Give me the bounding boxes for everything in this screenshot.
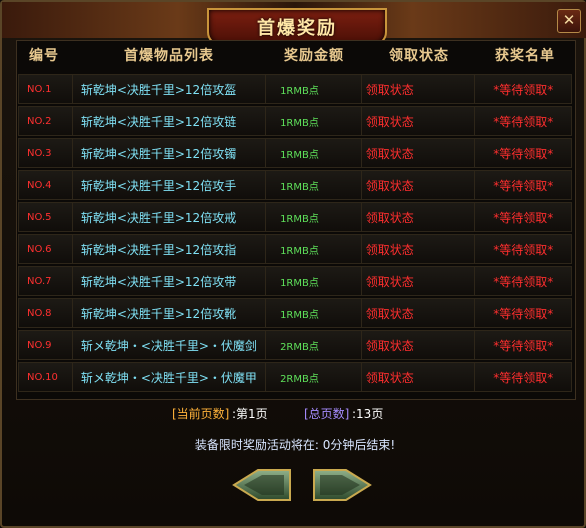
row-number: NO.6 [19, 235, 73, 263]
row-status: 领取状态 [362, 107, 476, 135]
header-reward: 奖励金额 [284, 48, 344, 64]
row-reward: 1RMB点 [266, 75, 362, 103]
row-status: 领取状态 [362, 363, 476, 391]
row-number: NO.2 [19, 107, 73, 135]
header-number: 编号 [29, 48, 59, 64]
table-row: NO.10 斩メ乾坤・<决胜千里>・伏魔甲 2RMB点 领取状态 *等待领取* [18, 362, 572, 392]
row-item: 斩メ乾坤・<决胜千里>・伏魔甲 [73, 363, 267, 391]
pager: [当前页数] :第1页 [总页数] :13页 [2, 405, 586, 421]
row-status: 领取状态 [362, 75, 476, 103]
row-reward: 1RMB点 [266, 107, 362, 135]
table-row: NO.7 斩乾坤<决胜千里>12倍攻带 1RMB点 领取状态 *等待领取* [18, 266, 572, 296]
row-status: 领取状态 [362, 235, 476, 263]
row-status: 领取状态 [362, 203, 476, 231]
row-reward: 1RMB点 [266, 139, 362, 167]
table-row: NO.9 斩メ乾坤・<决胜千里>・伏魔剑 2RMB点 领取状态 *等待领取* [18, 330, 572, 360]
row-status: 领取状态 [362, 331, 476, 359]
row-status: 领取状态 [362, 139, 476, 167]
header-item-list: 首爆物品列表 [124, 48, 214, 64]
header-status: 领取状态 [389, 48, 449, 64]
prev-page-button[interactable] [232, 468, 292, 502]
row-winner: *等待领取* [493, 146, 554, 161]
row-item: 斩乾坤<决胜千里>12倍攻镯 [73, 139, 267, 167]
row-item: 斩メ乾坤・<决胜千里>・伏魔剑 [73, 331, 267, 359]
table-row: NO.2 斩乾坤<决胜千里>12倍攻链 1RMB点 领取状态 *等待领取* [18, 106, 572, 136]
close-button[interactable]: ✕ [557, 9, 581, 33]
row-winner: *等待领取* [493, 242, 554, 257]
row-status: 领取状态 [362, 299, 476, 327]
row-winner: *等待领取* [493, 210, 554, 225]
row-item: 斩乾坤<决胜千里>12倍攻带 [73, 267, 267, 295]
row-winner: *等待领取* [493, 178, 554, 193]
next-page-button[interactable] [312, 468, 372, 502]
row-item: 斩乾坤<决胜千里>12倍攻靴 [73, 299, 267, 327]
row-item: 斩乾坤<决胜千里>12倍攻戒 [73, 203, 267, 231]
total-pages-value: :13页 [352, 407, 384, 421]
current-page-value: :第1页 [232, 407, 268, 421]
row-number: NO.7 [19, 267, 73, 295]
row-reward: 1RMB点 [266, 203, 362, 231]
table-row: NO.6 斩乾坤<决胜千里>12倍攻指 1RMB点 领取状态 *等待领取* [18, 234, 572, 264]
row-reward: 2RMB点 [266, 363, 362, 391]
row-number: NO.4 [19, 171, 73, 199]
row-number: NO.5 [19, 203, 73, 231]
row-item: 斩乾坤<决胜千里>12倍攻手 [73, 171, 267, 199]
row-number: NO.9 [19, 331, 73, 359]
arrow-right-icon [313, 469, 372, 501]
total-pages-label: [总页数] [304, 407, 350, 421]
row-winner: *等待领取* [493, 306, 554, 321]
table-header: 编号 首爆物品列表 奖励金额 领取状态 获奖名单 [16, 40, 574, 70]
row-reward: 1RMB点 [266, 267, 362, 295]
event-countdown-notice: 装备限时奖励活动将在: 0分钟后结束! [194, 438, 396, 452]
window-title: 首爆奖励 [257, 18, 337, 39]
row-reward: 1RMB点 [266, 171, 362, 199]
row-winner: *等待领取* [493, 370, 554, 385]
row-winner: *等待领取* [493, 114, 554, 129]
table-row: NO.8 斩乾坤<决胜千里>12倍攻靴 1RMB点 领取状态 *等待领取* [18, 298, 572, 328]
row-number: NO.10 [19, 363, 73, 391]
row-reward: 1RMB点 [266, 235, 362, 263]
row-status: 领取状态 [362, 171, 476, 199]
table-row: NO.5 斩乾坤<决胜千里>12倍攻戒 1RMB点 领取状态 *等待领取* [18, 202, 572, 232]
row-item: 斩乾坤<决胜千里>12倍攻盔 [73, 75, 267, 103]
row-number: NO.8 [19, 299, 73, 327]
row-winner: *等待领取* [493, 82, 554, 97]
reward-window: 首爆奖励 ✕ 编号 首爆物品列表 奖励金额 领取状态 获奖名单 NO.1 斩乾坤… [0, 0, 586, 528]
row-winner: *等待领取* [493, 338, 554, 353]
header-winner: 获奖名单 [495, 48, 555, 64]
row-winner: *等待领取* [493, 274, 554, 289]
row-reward: 1RMB点 [266, 299, 362, 327]
current-page-label: [当前页数] [172, 407, 230, 421]
table-row: NO.3 斩乾坤<决胜千里>12倍攻镯 1RMB点 领取状态 *等待领取* [18, 138, 572, 168]
row-number: NO.3 [19, 139, 73, 167]
row-status: 领取状态 [362, 267, 476, 295]
row-reward: 2RMB点 [266, 331, 362, 359]
table-row: NO.1 斩乾坤<决胜千里>12倍攻盔 1RMB点 领取状态 *等待领取* [18, 74, 572, 104]
row-number: NO.1 [19, 75, 73, 103]
table-row: NO.4 斩乾坤<决胜千里>12倍攻手 1RMB点 领取状态 *等待领取* [18, 170, 572, 200]
row-item: 斩乾坤<决胜千里>12倍攻链 [73, 107, 267, 135]
arrow-left-icon [232, 469, 291, 501]
row-item: 斩乾坤<决胜千里>12倍攻指 [73, 235, 267, 263]
